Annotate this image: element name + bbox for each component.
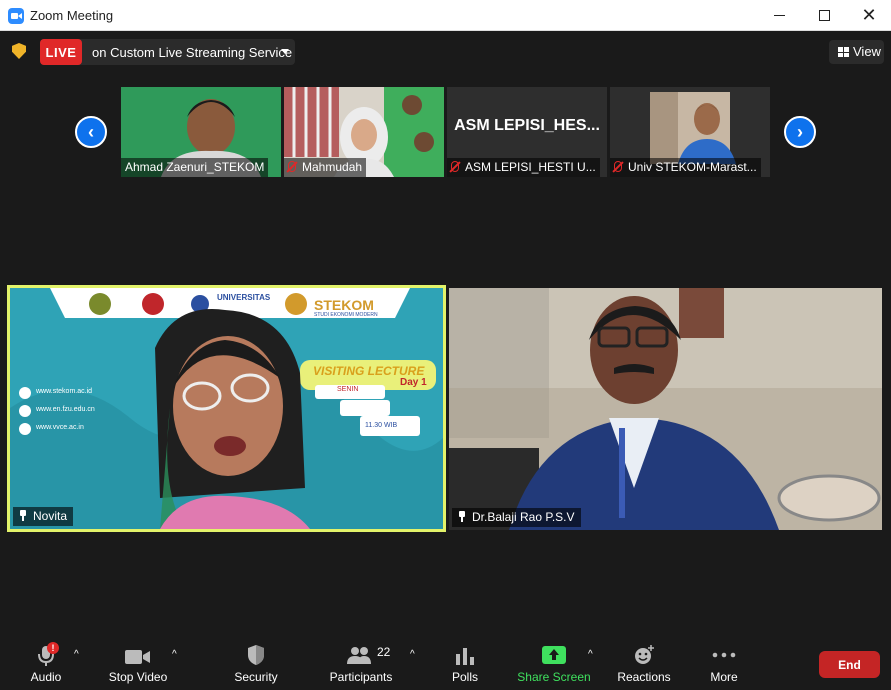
end-meeting-button[interactable]: End bbox=[819, 651, 880, 678]
video-tile[interactable]: Dr.Balaji Rao P.S.V bbox=[449, 288, 882, 530]
video-options-caret[interactable]: ^ bbox=[172, 650, 182, 660]
banner-time: 11.30 WIB bbox=[365, 422, 398, 429]
gallery-next-button[interactable]: › bbox=[784, 116, 816, 148]
banner-link: www.vvce.ac.in bbox=[36, 424, 84, 431]
title-bar: Zoom Meeting ✕ bbox=[0, 0, 891, 31]
participants-options-caret[interactable]: ^ bbox=[410, 650, 420, 660]
live-badge: LIVE bbox=[40, 39, 82, 65]
audio-options-caret[interactable]: ^ bbox=[74, 650, 84, 660]
participants-icon bbox=[347, 647, 371, 664]
close-icon: ✕ bbox=[861, 5, 877, 25]
stop-video-label: Stop Video bbox=[108, 670, 168, 684]
video-tile-active-speaker[interactable]: VISITING LECTURE Day 1 SENIN 11.30 WIB U… bbox=[7, 285, 446, 532]
share-screen-label: Share Screen bbox=[517, 670, 591, 684]
mic-muted-icon bbox=[451, 161, 459, 172]
audio-label: Audio bbox=[30, 670, 62, 684]
security-shield-icon bbox=[248, 645, 264, 665]
chevron-left-icon: ‹ bbox=[88, 121, 94, 142]
view-button[interactable]: View bbox=[829, 40, 884, 64]
banner-day: Day 1 bbox=[400, 377, 427, 388]
minimize-button[interactable] bbox=[756, 0, 802, 31]
participant-thumbnail[interactable]: ASM LEPISI_HES... ASM LEPISI_HESTI U... bbox=[447, 87, 607, 177]
chevron-down-icon bbox=[281, 49, 289, 54]
chevron-right-icon: › bbox=[797, 121, 803, 142]
share-screen-button[interactable]: Share Screen bbox=[516, 636, 592, 690]
polls-label: Polls bbox=[451, 670, 478, 684]
close-button[interactable]: ✕ bbox=[846, 0, 891, 31]
grid-view-icon bbox=[838, 47, 849, 57]
participant-video bbox=[449, 288, 882, 530]
banner-brand: STEKOM bbox=[314, 297, 374, 313]
tile-name-label: Dr.Balaji Rao P.S.V bbox=[452, 508, 581, 527]
participant-thumbnail[interactable]: Univ STEKOM-Marast... bbox=[610, 87, 770, 177]
more-button[interactable]: More bbox=[703, 636, 745, 690]
mic-muted-icon bbox=[614, 161, 622, 172]
stop-video-button[interactable]: Stop Video bbox=[103, 636, 173, 690]
polls-button[interactable]: Polls bbox=[443, 636, 487, 690]
more-label: More bbox=[710, 670, 738, 684]
maximize-button[interactable] bbox=[801, 0, 847, 31]
gallery-prev-button[interactable]: ‹ bbox=[75, 116, 107, 148]
banner-university: UNIVERSITAS bbox=[217, 293, 271, 302]
more-dots-icon bbox=[712, 652, 736, 658]
participant-name: Univ STEKOM-Marast... bbox=[610, 158, 761, 177]
participants-label: Participants bbox=[329, 670, 393, 684]
participant-display-name: ASM LEPISI_HES... bbox=[454, 117, 600, 134]
zoom-app-icon bbox=[8, 8, 24, 24]
security-label: Security bbox=[234, 670, 278, 684]
audio-alert-badge: ! bbox=[47, 642, 59, 654]
share-options-caret[interactable]: ^ bbox=[588, 650, 598, 660]
reactions-button[interactable]: Reactions bbox=[612, 636, 676, 690]
reactions-label: Reactions bbox=[617, 670, 671, 684]
pin-icon bbox=[19, 510, 27, 521]
share-screen-icon bbox=[542, 646, 566, 664]
mic-muted-icon bbox=[288, 161, 296, 172]
pin-icon bbox=[458, 511, 466, 522]
reactions-icon bbox=[635, 645, 654, 664]
participant-name: Ahmad Zaenuri_STEKOM bbox=[121, 158, 269, 177]
video-camera-icon bbox=[125, 650, 150, 664]
banner-link: www.stekom.ac.id bbox=[36, 388, 93, 395]
encryption-shield-icon[interactable] bbox=[12, 43, 26, 59]
audio-button[interactable]: ! Audio bbox=[20, 636, 72, 690]
meeting-toolbar: ! Audio ^ Stop Video ^ Security 22 Parti… bbox=[0, 636, 891, 690]
minimize-icon bbox=[773, 15, 785, 16]
participant-name: ASM LEPISI_HESTI U... bbox=[447, 158, 600, 177]
banner-event-title: VISITING LECTURE bbox=[313, 364, 425, 378]
banner-link: www.en.fzu.edu.cn bbox=[36, 406, 95, 413]
participants-count: 22 bbox=[377, 645, 391, 659]
banner-brand-sub: STUDI EKONOMI MODERN bbox=[314, 312, 378, 318]
live-stream-dropdown[interactable]: LIVE on Custom Live Streaming Service bbox=[40, 39, 295, 65]
view-label: View bbox=[853, 44, 881, 59]
security-button[interactable]: Security bbox=[228, 636, 284, 690]
participant-name: Mahmudah bbox=[284, 158, 367, 177]
participant-thumbnail[interactable]: Mahmudah bbox=[284, 87, 444, 177]
live-service-label: on Custom Live Streaming Service bbox=[92, 45, 293, 60]
maximize-icon bbox=[818, 10, 830, 21]
zoom-window: Zoom Meeting ✕ LIVE on Custom Live Strea… bbox=[0, 0, 891, 690]
polls-icon bbox=[456, 648, 474, 665]
participants-button[interactable]: 22 Participants bbox=[326, 636, 396, 690]
window-title: Zoom Meeting bbox=[30, 8, 114, 23]
banner-weekday: SENIN bbox=[337, 386, 359, 393]
tile-name-label: Novita bbox=[13, 507, 74, 526]
participant-thumbnail[interactable]: Ahmad Zaenuri_STEKOM bbox=[121, 87, 281, 177]
